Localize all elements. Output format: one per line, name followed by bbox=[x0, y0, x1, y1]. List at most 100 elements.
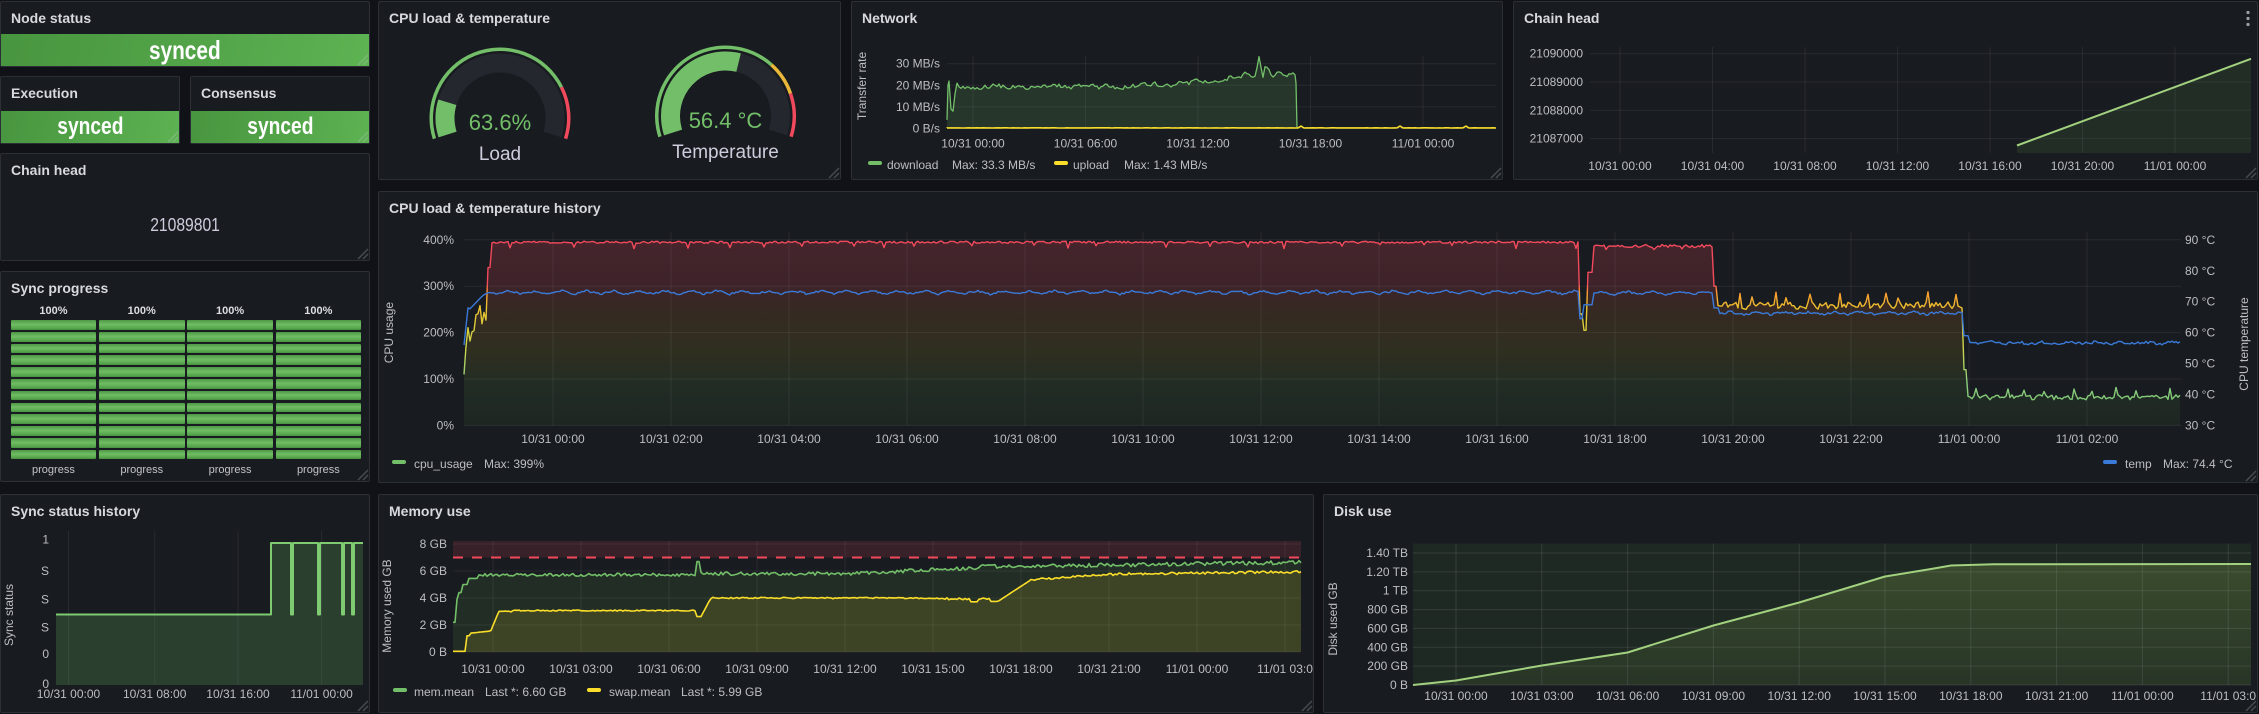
svg-text:10/31 18:00: 10/31 18:00 bbox=[1583, 432, 1647, 446]
svg-text:10/31 03:00: 10/31 03:00 bbox=[549, 662, 613, 676]
svg-text:Last *: 6.60 GB: Last *: 6.60 GB bbox=[485, 685, 566, 699]
svg-text:10/31 00:00: 10/31 00:00 bbox=[941, 137, 1005, 151]
svg-text:0 B: 0 B bbox=[1390, 678, 1408, 692]
svg-text:Max: 399%: Max: 399% bbox=[484, 457, 544, 471]
svg-text:10/31 12:00: 10/31 12:00 bbox=[813, 662, 877, 676]
svg-text:10/31 12:00: 10/31 12:00 bbox=[1166, 137, 1230, 151]
svg-text:10/31 09:00: 10/31 09:00 bbox=[1682, 689, 1746, 703]
svg-text:10/31 20:00: 10/31 20:00 bbox=[1701, 432, 1765, 446]
svg-text:10/31 12:00: 10/31 12:00 bbox=[1229, 432, 1293, 446]
svg-text:10/31 06:00: 10/31 06:00 bbox=[1596, 689, 1660, 703]
svg-text:600 GB: 600 GB bbox=[1367, 621, 1408, 635]
svg-text:6 GB: 6 GB bbox=[420, 564, 447, 578]
svg-text:10/31 18:00: 10/31 18:00 bbox=[989, 662, 1053, 676]
svg-text:10/31 08:00: 10/31 08:00 bbox=[1773, 159, 1837, 173]
svg-text:10/31 06:00: 10/31 06:00 bbox=[1054, 137, 1118, 151]
svg-text:Max: 74.4 °C: Max: 74.4 °C bbox=[2163, 457, 2233, 471]
svg-text:2 GB: 2 GB bbox=[420, 618, 447, 632]
svg-text:10/31 08:00: 10/31 08:00 bbox=[993, 432, 1057, 446]
svg-text:S: S bbox=[41, 621, 49, 635]
svg-text:21090000: 21090000 bbox=[1530, 47, 1584, 61]
svg-text:8 GB: 8 GB bbox=[420, 537, 447, 551]
svg-text:10/31 00:00: 10/31 00:00 bbox=[461, 662, 525, 676]
svg-text:Max: 1.43 MB/s: Max: 1.43 MB/s bbox=[1124, 158, 1207, 172]
svg-text:10/31 12:00: 10/31 12:00 bbox=[1866, 159, 1930, 173]
svg-text:30 MB/s: 30 MB/s bbox=[896, 57, 940, 71]
svg-text:CPU temperature: CPU temperature bbox=[2237, 297, 2251, 391]
svg-text:10/31 16:00: 10/31 16:00 bbox=[1958, 159, 2022, 173]
svg-text:70 °C: 70 °C bbox=[2185, 295, 2215, 309]
svg-text:10/31 16:00: 10/31 16:00 bbox=[206, 687, 270, 701]
svg-text:63.6%: 63.6% bbox=[469, 110, 531, 135]
svg-text:10 MB/s: 10 MB/s bbox=[896, 100, 940, 114]
svg-text:10/31 10:00: 10/31 10:00 bbox=[1111, 432, 1175, 446]
svg-text:10/31 00:00: 10/31 00:00 bbox=[1424, 689, 1488, 703]
svg-text:20 MB/s: 20 MB/s bbox=[896, 78, 940, 92]
svg-text:1 TB: 1 TB bbox=[1383, 584, 1408, 598]
svg-text:21089000: 21089000 bbox=[1530, 75, 1584, 89]
svg-text:10/31 06:00: 10/31 06:00 bbox=[637, 662, 701, 676]
svg-text:200 GB: 200 GB bbox=[1367, 659, 1408, 673]
svg-text:10/31 21:00: 10/31 21:00 bbox=[1077, 662, 1141, 676]
svg-text:10/31 14:00: 10/31 14:00 bbox=[1347, 432, 1411, 446]
svg-text:80 °C: 80 °C bbox=[2185, 264, 2215, 278]
svg-text:S: S bbox=[41, 564, 49, 578]
svg-text:Last *: 5.99 GB: Last *: 5.99 GB bbox=[681, 685, 762, 699]
svg-text:0 B: 0 B bbox=[429, 645, 447, 659]
svg-text:Max: 33.3 MB/s: Max: 33.3 MB/s bbox=[952, 158, 1035, 172]
svg-text:10/31 16:00: 10/31 16:00 bbox=[1465, 432, 1529, 446]
svg-text:21087000: 21087000 bbox=[1530, 132, 1584, 146]
svg-text:10/31 18:00: 10/31 18:00 bbox=[1939, 689, 2003, 703]
svg-text:10/31 04:00: 10/31 04:00 bbox=[1681, 159, 1745, 173]
svg-text:0%: 0% bbox=[437, 418, 455, 432]
svg-text:11/01 00:00: 11/01 00:00 bbox=[1392, 137, 1455, 151]
svg-text:11/01 00:00: 11/01 00:00 bbox=[1938, 432, 2001, 446]
svg-text:10/31 08:00: 10/31 08:00 bbox=[123, 687, 187, 701]
svg-text:mem.mean: mem.mean bbox=[414, 685, 474, 699]
svg-text:0 B/s: 0 B/s bbox=[913, 122, 940, 136]
svg-text:200%: 200% bbox=[423, 326, 454, 340]
svg-text:download: download bbox=[887, 158, 938, 172]
svg-text:Sync status: Sync status bbox=[2, 584, 16, 646]
svg-text:90 °C: 90 °C bbox=[2185, 233, 2215, 247]
svg-text:10/31 02:00: 10/31 02:00 bbox=[639, 432, 703, 446]
svg-text:1.20 TB: 1.20 TB bbox=[1366, 565, 1408, 579]
svg-text:10/31 20:00: 10/31 20:00 bbox=[2051, 159, 2115, 173]
svg-text:11/01 00:00: 11/01 00:00 bbox=[2111, 689, 2174, 703]
svg-text:10/31 06:00: 10/31 06:00 bbox=[875, 432, 939, 446]
svg-text:swap.mean: swap.mean bbox=[609, 685, 670, 699]
svg-text:11/01 02:00: 11/01 02:00 bbox=[2056, 432, 2119, 446]
svg-text:10/31 03:00: 10/31 03:00 bbox=[1510, 689, 1574, 703]
svg-text:11/01 03:0: 11/01 03:0 bbox=[1257, 662, 1313, 676]
svg-text:100%: 100% bbox=[423, 372, 454, 386]
svg-text:60 °C: 60 °C bbox=[2185, 326, 2215, 340]
svg-text:800 GB: 800 GB bbox=[1367, 603, 1408, 617]
svg-text:1: 1 bbox=[42, 533, 49, 547]
svg-text:10/31 12:00: 10/31 12:00 bbox=[1767, 689, 1831, 703]
svg-text:upload: upload bbox=[1073, 158, 1109, 172]
svg-text:10/31 15:00: 10/31 15:00 bbox=[901, 662, 965, 676]
svg-text:40 °C: 40 °C bbox=[2185, 387, 2215, 401]
svg-text:cpu_usage: cpu_usage bbox=[414, 457, 473, 471]
svg-text:11/01 00:00: 11/01 00:00 bbox=[1166, 662, 1229, 676]
svg-text:S: S bbox=[41, 592, 49, 606]
svg-text:10/31 00:00: 10/31 00:00 bbox=[37, 687, 101, 701]
svg-text:Transfer rate: Transfer rate bbox=[855, 52, 869, 121]
svg-text:11/01 00:00: 11/01 00:00 bbox=[2144, 159, 2207, 173]
svg-text:Temperature: Temperature bbox=[672, 142, 779, 163]
svg-text:10/31 00:00: 10/31 00:00 bbox=[1588, 159, 1652, 173]
svg-text:400%: 400% bbox=[423, 233, 454, 247]
svg-text:4 GB: 4 GB bbox=[420, 591, 447, 605]
svg-text:10/31 09:00: 10/31 09:00 bbox=[725, 662, 789, 676]
svg-text:0: 0 bbox=[42, 647, 49, 661]
svg-text:Load: Load bbox=[479, 144, 521, 165]
svg-text:10/31 21:00: 10/31 21:00 bbox=[2025, 689, 2089, 703]
svg-text:56.4 °C: 56.4 °C bbox=[689, 108, 763, 133]
svg-text:10/31 00:00: 10/31 00:00 bbox=[521, 432, 585, 446]
svg-text:30 °C: 30 °C bbox=[2185, 418, 2215, 432]
svg-text:10/31 18:00: 10/31 18:00 bbox=[1279, 137, 1343, 151]
svg-text:300%: 300% bbox=[423, 279, 454, 293]
svg-text:temp: temp bbox=[2125, 457, 2152, 471]
svg-text:10/31 22:00: 10/31 22:00 bbox=[1819, 432, 1883, 446]
svg-text:1.40 TB: 1.40 TB bbox=[1366, 546, 1408, 560]
